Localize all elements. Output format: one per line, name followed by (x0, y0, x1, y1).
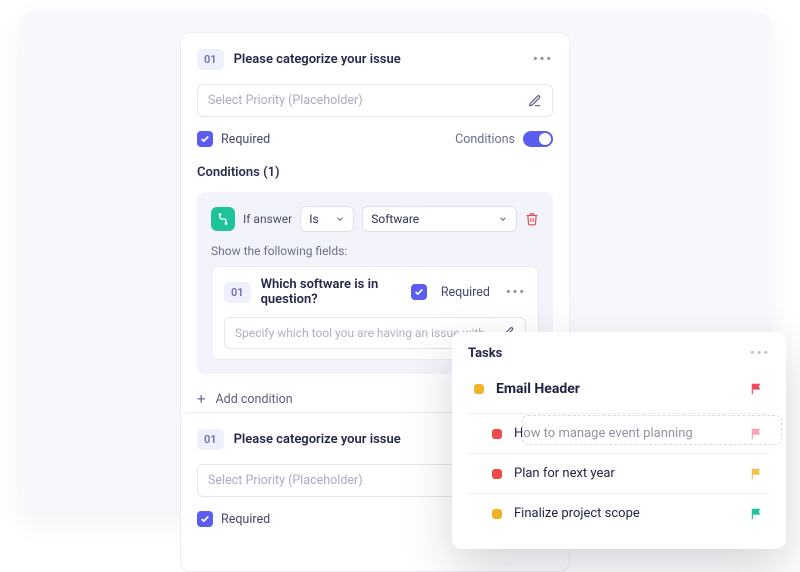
operator-select[interactable]: Is (300, 206, 354, 232)
add-condition-label: Add condition (216, 392, 293, 407)
field-number-chip: 01 (197, 49, 224, 70)
task-label: Plan for next year (514, 466, 615, 481)
value-selected: Software (371, 212, 419, 226)
delete-condition-button[interactable] (525, 212, 539, 226)
divider (468, 413, 770, 414)
chevron-down-icon (498, 214, 508, 224)
chevron-down-icon (335, 214, 345, 224)
task-status-dot (492, 469, 502, 479)
field-header-row: 01 Please categorize your issue ••• (197, 49, 553, 70)
plus-icon: + (197, 390, 206, 408)
pencil-icon[interactable] (528, 94, 542, 108)
conditional-field-header: 01 Which software is in question? Requir… (224, 277, 526, 307)
task-label: Finalize project scope (514, 506, 640, 521)
tasks-panel: Tasks ••• Email HeaderHow to manage even… (452, 332, 786, 549)
task-status-dot (492, 509, 502, 519)
flag-icon[interactable] (750, 382, 764, 396)
required-checkbox[interactable] (197, 131, 213, 147)
operator-value: Is (309, 212, 318, 226)
task-row[interactable]: Finalize project scope (468, 496, 770, 531)
divider (468, 493, 770, 494)
priority-input[interactable]: Select Priority (Placeholder) (197, 84, 553, 117)
show-fields-label: Show the following fields: (211, 244, 539, 258)
conditional-more-button[interactable]: ••• (506, 285, 526, 300)
conditions-toggle-label: Conditions (455, 132, 515, 147)
condition-controls-row: If answer Is Software (211, 206, 539, 232)
field-title: Please categorize your issue (234, 52, 401, 67)
required-row: Required Conditions (197, 131, 553, 147)
priority-placeholder: Select Priority (Placeholder) (208, 473, 363, 488)
conditional-field-number: 01 (224, 282, 251, 303)
task-label: Email Header (496, 381, 580, 397)
conditions-toggle[interactable] (523, 131, 553, 147)
tasks-list: Email HeaderHow to manage event planning… (468, 371, 770, 531)
conditional-required-label: Required (441, 285, 490, 300)
if-answer-label: If answer (243, 212, 292, 226)
divider (468, 453, 770, 454)
task-row[interactable]: Email Header (468, 371, 770, 411)
required-checkbox[interactable] (197, 511, 213, 527)
conditional-placeholder: Specify which tool you are having an iss… (235, 326, 485, 340)
conditional-field-title: Which software is in question? (261, 277, 411, 307)
priority-placeholder: Select Priority (Placeholder) (208, 93, 363, 108)
field-title: Please categorize your issue (234, 432, 401, 447)
required-label: Required (221, 512, 270, 527)
condition-icon (211, 207, 235, 231)
conditions-header: Conditions (1) (197, 165, 553, 180)
conditional-required-group: Required ••• (411, 284, 526, 300)
task-drop-zone[interactable] (522, 415, 782, 445)
flag-icon[interactable] (750, 507, 764, 521)
task-status-dot (474, 384, 484, 394)
field-number-chip: 01 (197, 429, 224, 450)
conditional-required-checkbox[interactable] (411, 284, 427, 300)
tasks-header: Tasks ••• (468, 346, 770, 361)
more-menu-button[interactable]: ••• (533, 52, 553, 67)
required-label: Required (221, 132, 270, 147)
tasks-title: Tasks (468, 346, 502, 361)
task-status-dot (492, 429, 502, 439)
value-select[interactable]: Software (362, 206, 517, 232)
flag-icon[interactable] (750, 467, 764, 481)
tasks-more-button[interactable]: ••• (750, 346, 770, 361)
task-row[interactable]: Plan for next year (468, 456, 770, 491)
